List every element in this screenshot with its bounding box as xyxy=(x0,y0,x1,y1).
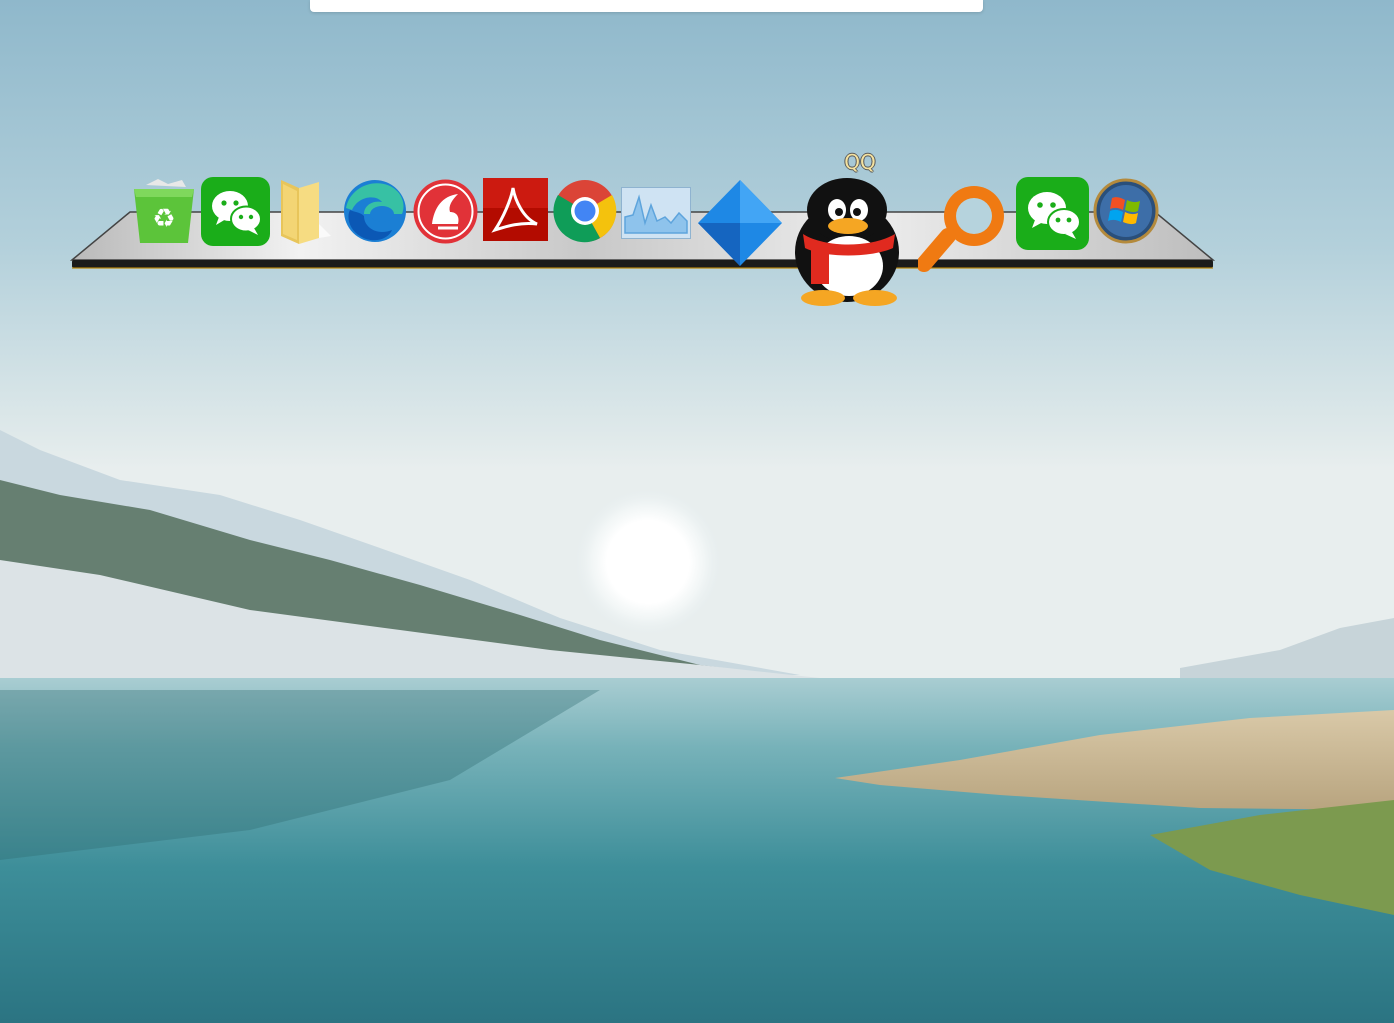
svg-text:♻: ♻ xyxy=(152,204,175,234)
windows-start-icon[interactable] xyxy=(1093,178,1159,244)
folder-icon[interactable] xyxy=(275,174,335,246)
performance-monitor-icon[interactable] xyxy=(621,187,691,239)
acrobat-icon[interactable] xyxy=(483,178,548,241)
recycle-bin-icon[interactable]: ♻ xyxy=(128,175,200,247)
wechat-icon[interactable] xyxy=(201,177,270,246)
wechat-icon[interactable] xyxy=(1016,177,1089,250)
dock-tooltip: QQ xyxy=(844,150,876,174)
orange-search-icon[interactable] xyxy=(918,176,1014,272)
dock: ♻ QQ xyxy=(0,0,1394,320)
delphi-icon[interactable] xyxy=(412,178,479,245)
blue-diamond-icon[interactable] xyxy=(696,178,784,268)
edge-icon[interactable] xyxy=(342,178,408,244)
qq-penguin-icon[interactable] xyxy=(785,176,915,306)
chrome-icon[interactable] xyxy=(552,178,618,244)
